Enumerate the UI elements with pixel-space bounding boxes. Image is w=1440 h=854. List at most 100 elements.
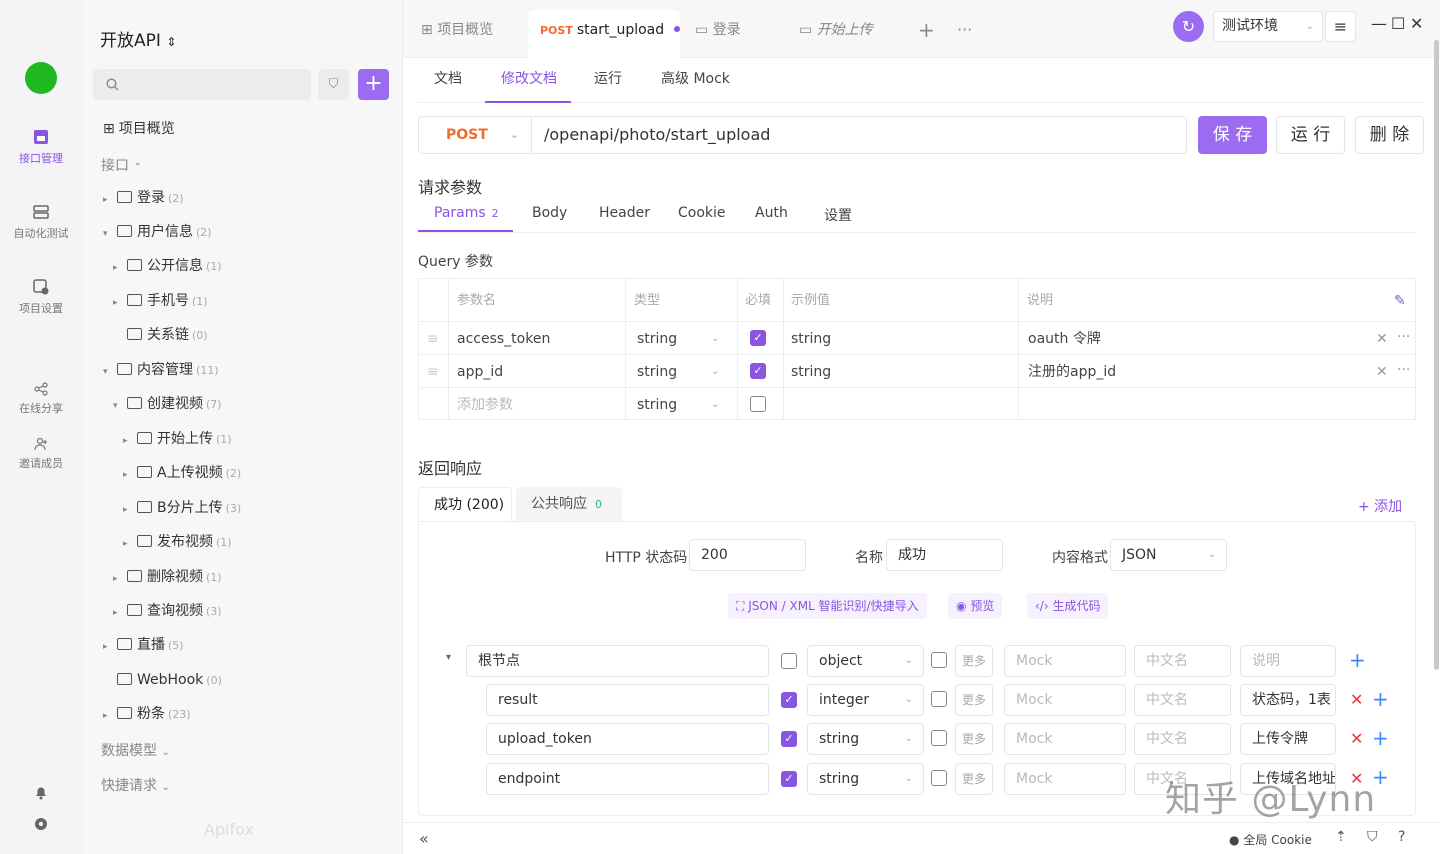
gen-code-button[interactable]: ‹/› 生成代码 [1027,593,1109,619]
rail-item-invite[interactable]: 邀请成员 [0,437,82,471]
upload-icon[interactable]: ⇡ [1335,829,1347,845]
tab-start-upload[interactable]: POST start_upload [528,10,681,58]
nullable-checkbox[interactable] [931,652,947,668]
required-checkbox[interactable] [781,653,797,669]
field-name[interactable]: result [486,684,769,716]
tree-folder[interactable]: ▸ 删除视频 (1) [113,567,222,589]
tree-folder[interactable]: ▸ 查询视频 (3) [113,601,222,623]
ptab-cookie[interactable]: Cookie [678,205,726,221]
add-sibling-icon[interactable]: + [1372,689,1389,709]
format-select[interactable]: JSON ⌄ [1110,539,1227,571]
param-desc[interactable]: 注册的app_id [1028,362,1116,382]
field-name[interactable]: endpoint [486,763,769,795]
tree-folder[interactable]: ▸ B分片上传 (3) [123,498,241,520]
scrollbar[interactable] [1434,40,1439,670]
tree-folder[interactable]: WebHook (0) [117,670,222,691]
section-quick[interactable]: 快捷请求 ⌄ [101,775,170,795]
close-button[interactable]: ✕ [1410,14,1423,33]
ellipsis-icon[interactable]: ··· [1397,327,1410,347]
add-child-icon[interactable]: + [1349,650,1366,670]
remove-row-icon[interactable]: ✕ [1376,362,1388,382]
ptab-header[interactable]: Header [599,205,650,221]
drag-handle-icon[interactable]: ≡ [427,329,439,349]
status-input[interactable]: 200 [689,539,806,571]
delete-field-icon[interactable]: ✕ [1350,690,1363,710]
help-icon[interactable]: ? [1398,829,1405,845]
param-example[interactable]: string [791,329,831,349]
param-name[interactable]: access_token [457,329,550,349]
new-tab-button[interactable]: + [918,10,935,58]
caret-down-icon[interactable]: ▾ [446,652,451,663]
remove-row-icon[interactable]: ✕ [1376,329,1388,349]
param-type[interactable]: string [637,362,677,382]
field-type[interactable]: string ⌄ [807,763,924,795]
tree-folder[interactable]: ▸ 登录 (2) [103,188,184,210]
preview-button[interactable]: ◉ 预览 [948,593,1003,619]
cn-name-input[interactable]: 中文名 [1134,723,1231,755]
tree-folder[interactable]: ▾ 用户信息 (2) [103,222,212,244]
drag-handle-icon[interactable]: ≡ [427,362,439,382]
global-cookie-button[interactable]: ● 全局 Cookie [1229,831,1312,848]
project-switcher[interactable]: 开放API ⇕ [100,26,176,51]
tree-folder[interactable]: ▸ 开始上传 (1) [123,429,232,451]
ptab-body[interactable]: Body [532,205,567,221]
filter-button[interactable]: ⛉ [318,69,349,100]
delete-button[interactable]: 删 除 [1355,116,1424,154]
tab-overview[interactable]: ⊞ 项目概览 [421,10,493,58]
minimize-button[interactable]: — [1371,14,1387,33]
bulk-edit-icon[interactable]: ✎ [1394,291,1406,311]
subtab-doc[interactable]: 文档 [434,68,462,88]
add-response-button[interactable]: + 添加 [1358,496,1402,516]
search-input[interactable] [93,69,311,100]
required-checkbox[interactable]: ✓ [750,363,766,379]
method-select[interactable]: POST ⌄ [418,116,532,154]
mock-input[interactable]: Mock [1004,723,1126,755]
name-input[interactable]: 成功 [886,539,1003,571]
ellipsis-icon[interactable]: ··· [1397,360,1410,380]
avatar[interactable] [25,62,57,94]
more-button[interactable]: 更多 [955,763,993,795]
field-type[interactable]: object ⌄ [807,645,924,677]
required-checkbox[interactable]: ✓ [750,330,766,346]
save-button[interactable]: 保 存 [1198,116,1267,154]
maximize-button[interactable]: ☐ [1391,14,1405,33]
bell-icon[interactable] [33,784,49,800]
menu-button[interactable]: ≡ [1325,11,1356,42]
desc-input[interactable]: 上传令牌 [1240,723,1336,755]
param-example[interactable]: string [791,362,831,382]
tree-folder[interactable]: ▾ 创建视频 (7) [113,394,222,416]
tree-folder[interactable]: ▸ 手机号 (1) [113,291,208,313]
tree-folder[interactable]: 关系链 (0) [127,325,208,346]
tree-folder[interactable]: ▾ 内容管理 (11) [103,360,219,382]
resp-tab-public[interactable]: 公共响应 0 [516,487,622,522]
param-type[interactable]: string [637,395,677,415]
gear-icon[interactable] [33,816,49,832]
url-input[interactable]: /openapi/photo/start_upload [533,116,1187,154]
cn-name-input[interactable]: 中文名 [1134,684,1231,716]
more-button[interactable]: 更多 [955,684,993,716]
field-type[interactable]: integer ⌄ [807,684,924,716]
env-select[interactable]: 测试环境 ⌄ [1213,11,1323,42]
subtab-mock[interactable]: 高级 Mock [661,68,730,88]
tree-folder[interactable]: ▸ 发布视频 (1) [123,532,232,554]
rail-item-settings[interactable]: 项目设置 [0,278,82,316]
subtab-edit-doc[interactable]: 修改文档 [501,68,557,88]
collapse-sidebar-icon[interactable]: « [419,829,429,848]
desc-input[interactable]: 状态码，1表 [1240,684,1336,716]
param-name[interactable]: app_id [457,362,503,382]
nullable-checkbox[interactable] [931,730,947,746]
run-button[interactable]: 运 行 [1276,116,1345,154]
param-type[interactable]: string [637,329,677,349]
required-checkbox[interactable]: ✓ [781,731,797,747]
tab-login[interactable]: ▭ 登录 [695,10,741,58]
rail-item-share[interactable]: 在线分享 [0,382,82,416]
mock-input[interactable]: Mock [1004,763,1126,795]
add-param-input[interactable]: 添加参数 [457,395,513,415]
more-button[interactable]: 更多 [955,645,993,677]
mock-input[interactable]: Mock [1004,645,1126,677]
tree-item-overview[interactable]: ⊞ 项目概览 [103,119,175,139]
required-checkbox[interactable]: ✓ [781,692,797,708]
rail-item-test[interactable]: 自动化测试 [0,203,82,241]
mock-input[interactable]: Mock [1004,684,1126,716]
field-name[interactable]: 根节点 [466,645,769,677]
